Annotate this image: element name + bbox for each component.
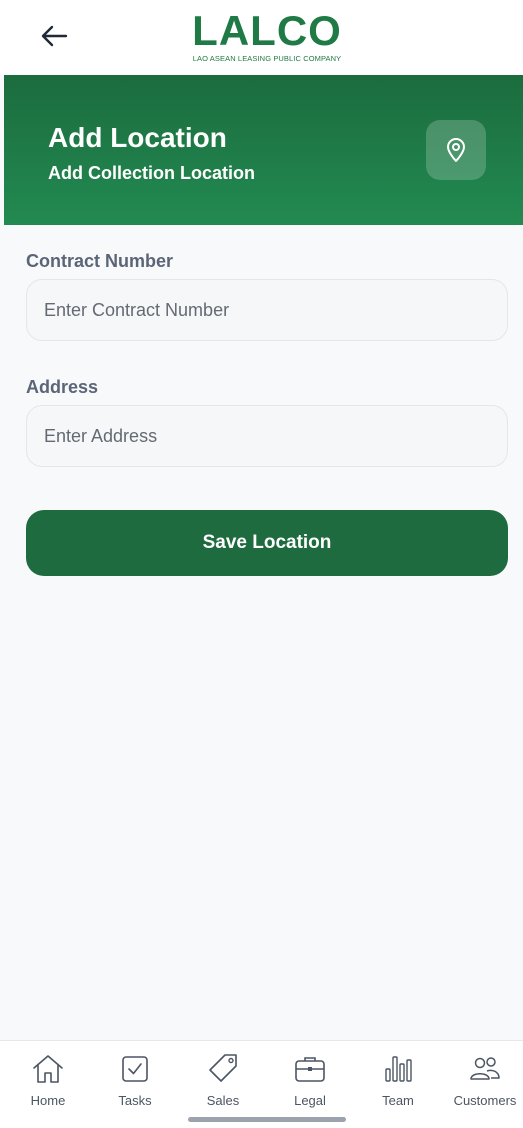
- checkbox-icon: [122, 1056, 148, 1082]
- contract-number-input[interactable]: [26, 279, 508, 341]
- address-label: Address: [26, 377, 99, 397]
- briefcase-icon: [295, 1057, 325, 1082]
- nav-label-tasks: Tasks: [118, 1093, 152, 1108]
- address-input[interactable]: [26, 405, 508, 467]
- nav-label-legal: Legal: [294, 1093, 326, 1108]
- tag-icon: [209, 1054, 237, 1082]
- page-title: Add Location: [48, 122, 227, 153]
- bar-chart-icon: [385, 1056, 412, 1082]
- map-pin-icon: [447, 138, 465, 162]
- nav-label-customers: Customers: [453, 1093, 517, 1108]
- page-subtitle: Add Collection Location: [48, 163, 255, 183]
- users-icon: [470, 1057, 500, 1080]
- home-icon: [33, 1055, 63, 1083]
- home-indicator: [188, 1117, 346, 1122]
- nav-item-team[interactable]: Team: [358, 1051, 438, 1111]
- save-location-button[interactable]: Save Location: [26, 510, 508, 576]
- nav-item-tasks[interactable]: Tasks: [95, 1051, 175, 1111]
- nav-label-home: Home: [30, 1093, 66, 1108]
- nav-item-legal[interactable]: Legal: [270, 1051, 350, 1111]
- contract-number-label: Contract Number: [26, 251, 174, 271]
- location-badge: [426, 120, 486, 180]
- bottom-navigation: Home Tasks Sales Legal Team Customers: [0, 1040, 523, 1128]
- logo-text: LALCO: [192, 7, 342, 54]
- nav-item-customers[interactable]: Customers: [445, 1051, 523, 1111]
- nav-item-home[interactable]: Home: [8, 1051, 88, 1111]
- arrow-left-icon: [41, 25, 68, 47]
- app-screen: LALCO LAO ASEAN LEASING PUBLIC COMPANY A…: [0, 0, 523, 1128]
- brand-logo: LALCO LAO ASEAN LEASING PUBLIC COMPANY: [172, 10, 362, 66]
- top-bar: LALCO LAO ASEAN LEASING PUBLIC COMPANY: [0, 0, 523, 75]
- nav-label-team: Team: [382, 1093, 414, 1108]
- back-button[interactable]: [34, 18, 74, 54]
- nav-label-sales: Sales: [206, 1093, 240, 1108]
- page-header: Add Location Add Collection Location: [4, 75, 523, 225]
- logo-subtitle: LAO ASEAN LEASING PUBLIC COMPANY: [192, 54, 342, 63]
- nav-item-sales[interactable]: Sales: [183, 1051, 263, 1111]
